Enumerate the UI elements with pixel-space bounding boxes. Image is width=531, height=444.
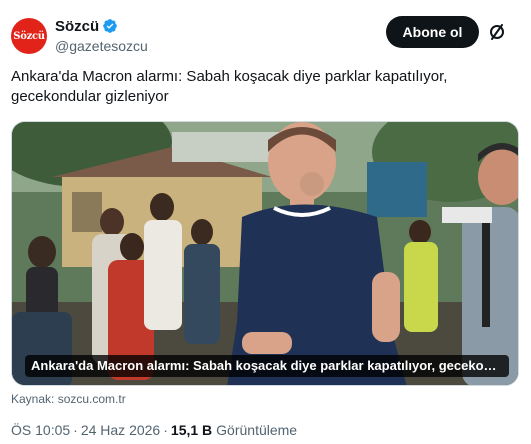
- author-info: Sözcü @gazetesozcu: [55, 16, 148, 55]
- meta-separator-2: ·: [163, 422, 168, 438]
- author-name[interactable]: Sözcü: [55, 18, 99, 35]
- tweet-time[interactable]: ÖS 10:05: [11, 422, 70, 438]
- media-caption: Ankara'da Macron alarmı: Sabah koşacak d…: [25, 355, 509, 377]
- tweet-media-photo[interactable]: Ankara'da Macron alarmı: Sabah koşacak d…: [11, 121, 519, 386]
- tweet-text: Ankara'da Macron alarmı: Sabah koşacak d…: [11, 68, 448, 105]
- avatar[interactable]: Sözcü: [11, 18, 47, 54]
- photo-illustration: [12, 122, 518, 385]
- author-handle[interactable]: @gazetesozcu: [55, 38, 148, 54]
- avatar-logo-text: Sözcü: [13, 30, 45, 42]
- grok-icon[interactable]: [487, 22, 507, 42]
- views-label: Görüntüleme: [216, 422, 298, 438]
- views-count: 15,1 B: [170, 422, 213, 438]
- source-link[interactable]: Kaynak: sozcu.com.tr: [11, 392, 126, 406]
- author-name-row: Sözcü: [55, 16, 148, 36]
- tweet-header: Sözcü Sözcü @gazetesozcu Abone ol: [11, 16, 521, 56]
- follow-button[interactable]: Abone ol: [386, 16, 479, 48]
- tweet-date[interactable]: 24 Haz 2026: [81, 422, 160, 438]
- meta-separator: ·: [73, 422, 78, 438]
- tweet-meta: ÖS 10:05 · 24 Haz 2026 · 15,1 B Görüntül…: [11, 422, 297, 438]
- verified-badge-icon: [102, 18, 118, 34]
